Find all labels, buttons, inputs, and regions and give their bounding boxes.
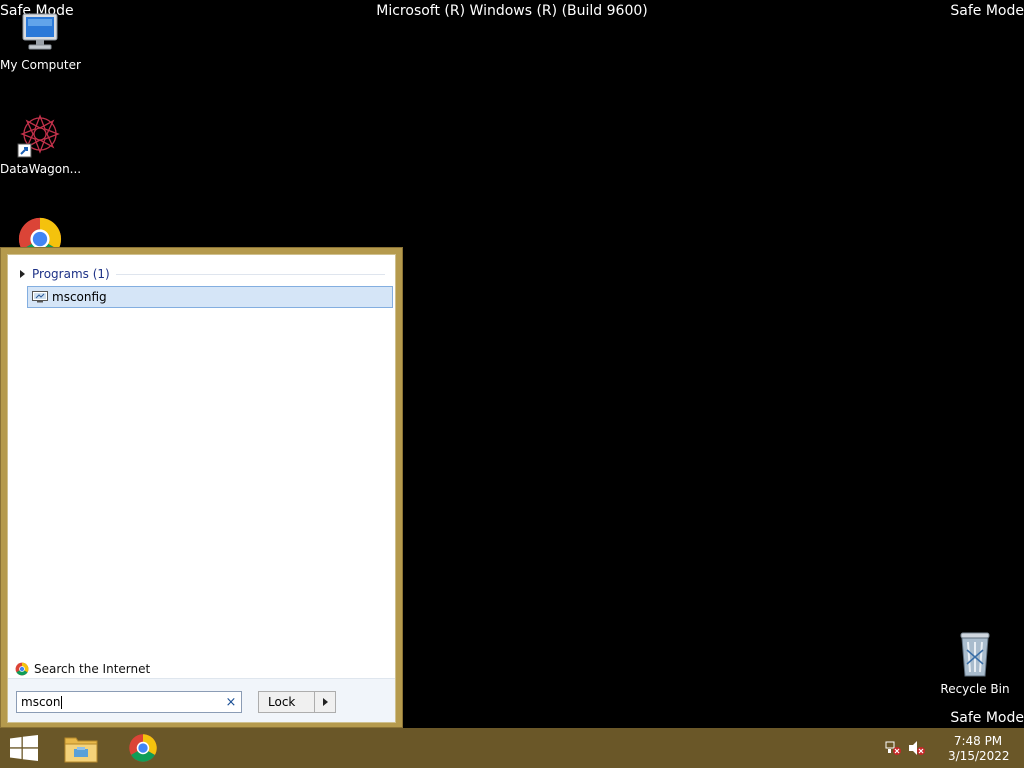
header-divider [115,274,385,275]
text-caret [60,696,62,709]
search-input-value-wrap: mscon [21,695,223,709]
programs-group-header[interactable]: Programs (1) [16,265,385,283]
result-item-label: msconfig [52,290,107,304]
clock-date: 3/15/2022 [948,749,1010,763]
clock[interactable]: 7:48 PM 3/15/2022 [948,734,1010,764]
clear-search-icon[interactable]: × [223,695,239,710]
computer-icon [22,13,58,50]
search-internet-link[interactable]: Search the Internet [15,662,150,676]
search-input[interactable]: mscon × [16,691,242,713]
desktop-icon-datawagon[interactable]: DataWagon... [0,112,82,176]
result-item-msconfig[interactable]: msconfig [27,286,393,308]
search-results: Programs (1) msconfig Search the Interne… [8,255,395,685]
windows-logo-icon [10,735,38,761]
safe-mode-label-bottom-right: Safe Mode [950,710,1024,726]
windows-build-label: Microsoft (R) Windows (R) (Build 9600) [376,3,648,19]
network-status-icon[interactable] [884,740,902,756]
start-menu-panel: Programs (1) msconfig Search the Interne… [7,254,396,723]
desktop-icon-label: Recycle Bin [940,682,1010,696]
start-menu: Programs (1) msconfig Search the Interne… [0,247,403,728]
start-button[interactable] [0,728,48,768]
desktop-icon-label: My Computer [0,58,81,72]
datawagon-icon [17,114,60,158]
programs-header-label: Programs (1) [32,267,110,281]
recycle-bin-icon [960,632,990,677]
lock-button[interactable]: Lock [259,692,314,712]
clock-time: 7:48 PM [953,734,1003,748]
taskbar-chrome[interactable] [114,728,172,768]
taskbar-file-explorer[interactable] [52,728,110,768]
desktop-icon-label: DataWagon... [0,162,82,176]
search-internet-label: Search the Internet [34,662,151,676]
taskbar: 7:48 PM 3/15/2022 [0,728,1024,768]
start-menu-bottom-bar: mscon × Lock [8,678,395,722]
desktop-icon-recycle-bin[interactable]: Recycle Bin [935,630,1015,696]
volume-muted-icon [909,741,925,755]
expand-triangle-icon [20,270,25,278]
lock-button-group: Lock [258,691,336,713]
desktop-icon-my-computer[interactable]: My Computer [0,8,81,72]
folder-icon [64,737,98,763]
search-input-value: mscon [21,695,61,709]
msconfig-icon [32,291,48,303]
power-options-arrow-button[interactable] [314,692,335,712]
system-tray: 7:48 PM 3/15/2022 [884,728,1024,768]
volume-icon[interactable] [908,740,926,756]
chrome-icon [129,734,157,762]
chrome-icon [15,662,29,676]
safe-mode-label-top-right: Safe Mode [950,3,1024,19]
chevron-right-icon [322,698,328,706]
network-disconnected-icon [885,741,901,755]
